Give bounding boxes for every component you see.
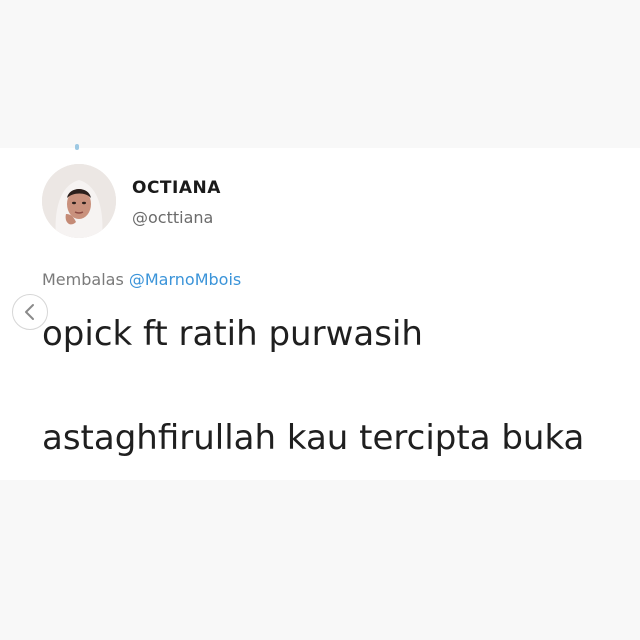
carousel-prev-button[interactable] bbox=[12, 294, 48, 330]
avatar[interactable] bbox=[42, 164, 116, 238]
user-info: OCTIANA @octtiana bbox=[132, 178, 221, 228]
reply-mention-link[interactable]: @MarnoMbois bbox=[129, 270, 241, 289]
user-handle[interactable]: @octtiana bbox=[132, 208, 221, 228]
avatar-image bbox=[42, 164, 116, 238]
background-bottom bbox=[0, 480, 640, 640]
display-name[interactable]: OCTIANA bbox=[132, 178, 221, 198]
tweet-text-line-2: astaghfirullah kau tercipta buka bbox=[42, 418, 585, 458]
blue-dot-indicator bbox=[75, 144, 79, 150]
reply-context: Membalas @MarnoMbois bbox=[42, 270, 241, 289]
screenshot-frame: OCTIANA @octtiana Membalas @MarnoMbois o… bbox=[0, 0, 640, 640]
reply-prefix: Membalas bbox=[42, 270, 129, 289]
background-top bbox=[0, 0, 640, 148]
tweet-text-line-1: opick ft ratih purwasih bbox=[42, 314, 423, 354]
chevron-left-icon bbox=[25, 304, 34, 320]
